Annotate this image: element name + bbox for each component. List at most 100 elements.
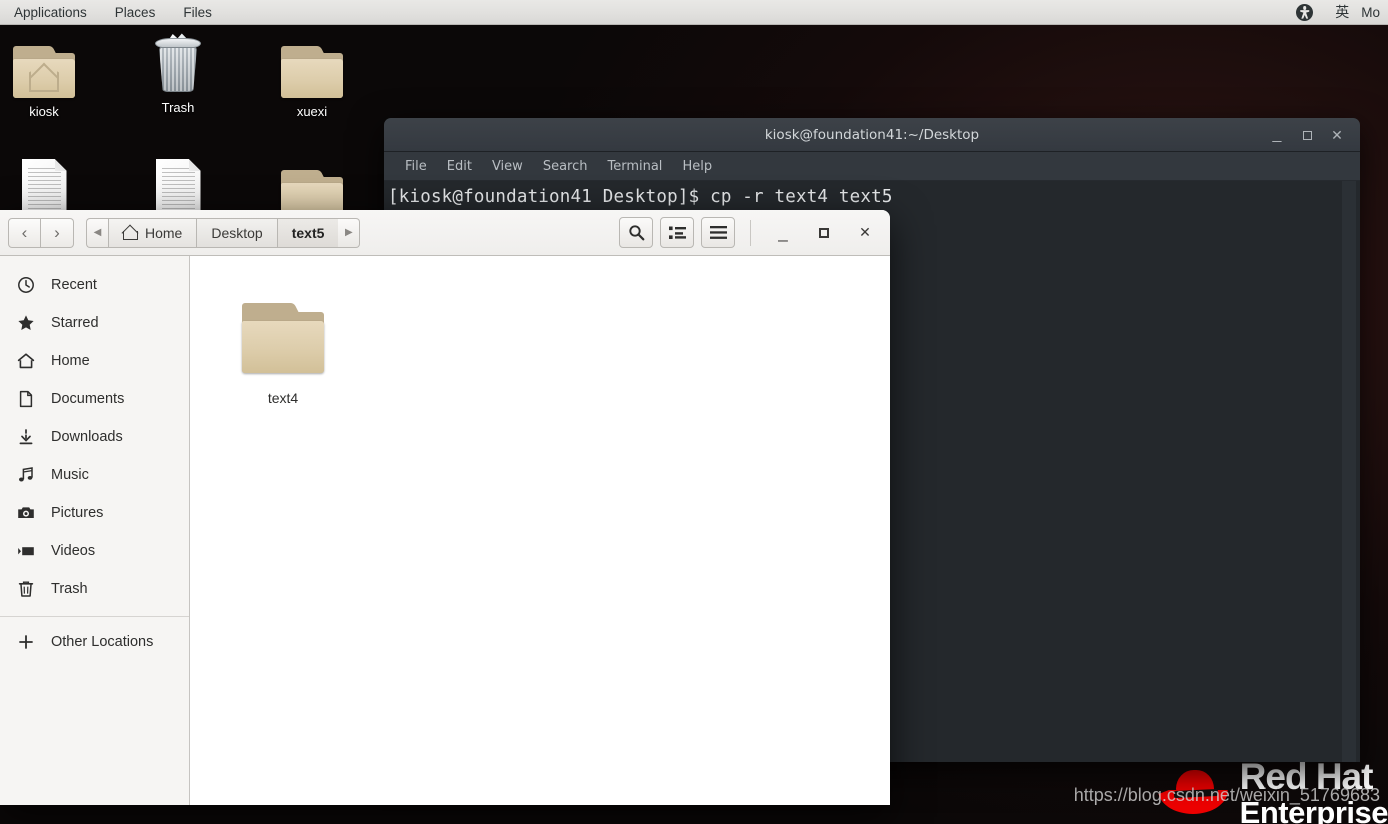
terminal-scrollbar[interactable] xyxy=(1342,181,1356,762)
back-button[interactable]: ‹ xyxy=(8,217,41,248)
terminal-menu-help[interactable]: Help xyxy=(673,157,721,176)
desktop-icon-label: Trash xyxy=(161,100,195,115)
search-button[interactable] xyxy=(619,217,653,248)
trash-icon xyxy=(134,32,222,94)
breadcrumb-item-desktop[interactable]: Desktop xyxy=(196,217,277,248)
terminal-prompt: [kiosk@foundation41 Desktop]$ xyxy=(388,187,711,207)
fm-close-button[interactable]: ✕ xyxy=(848,218,882,248)
sidebar-item-label: Recent xyxy=(51,277,97,293)
home-folder-icon xyxy=(0,36,88,98)
sidebar-item-pictures[interactable]: Pictures xyxy=(0,494,189,532)
breadcrumb-item-home[interactable]: Home xyxy=(108,217,197,248)
menu-files[interactable]: Files xyxy=(169,0,226,25)
plus-icon xyxy=(17,633,35,651)
terminal-command: cp -r text4 text5 xyxy=(710,187,893,207)
desktop-icon-label: kiosk xyxy=(29,104,59,119)
sidebar-divider xyxy=(0,616,189,617)
terminal-maximize-button[interactable] xyxy=(1292,120,1322,150)
sidebar-item-home[interactable]: Home xyxy=(0,342,189,380)
terminal-menu-terminal[interactable]: Terminal xyxy=(598,157,671,176)
sidebar-item-label: Other Locations xyxy=(51,634,154,650)
fm-maximize-button[interactable] xyxy=(807,218,841,248)
top-panel: Applications Places Files 英 Mo xyxy=(0,0,1388,25)
film-icon xyxy=(17,542,35,560)
clock-icon xyxy=(17,276,35,294)
sidebar-item-label: Documents xyxy=(51,391,125,407)
document-icon xyxy=(17,390,35,408)
sidebar-item-label: Starred xyxy=(51,315,99,331)
view-toggle-button[interactable] xyxy=(660,217,694,248)
breadcrumb-label: Desktop xyxy=(211,224,263,241)
folder-icon xyxy=(268,36,356,98)
terminal-title: kiosk@foundation41:~/Desktop xyxy=(764,126,980,143)
fm-minimize-button[interactable]: _ xyxy=(766,218,800,248)
sidebar: Recent Starred Home Documents Downloads … xyxy=(0,256,190,805)
sidebar-item-label: Pictures xyxy=(51,505,104,521)
star-icon xyxy=(17,314,35,332)
sidebar-item-recent[interactable]: Recent xyxy=(0,266,189,304)
terminal-minimize-button[interactable]: _ xyxy=(1262,120,1292,150)
home-icon xyxy=(123,226,138,240)
file-manager-headerbar: ‹ › ◀ Home Desktop text5 ▶ _ ✕ xyxy=(0,210,890,256)
sidebar-item-music[interactable]: Music xyxy=(0,456,189,494)
view-list-icon xyxy=(668,226,686,240)
sidebar-item-label: Home xyxy=(51,353,90,369)
terminal-menu-edit[interactable]: Edit xyxy=(438,157,481,176)
file-item-label: text4 xyxy=(267,390,299,406)
sidebar-item-downloads[interactable]: Downloads xyxy=(0,418,189,456)
sidebar-item-label: Videos xyxy=(51,543,96,559)
terminal-titlebar[interactable]: kiosk@foundation41:~/Desktop _ ✕ xyxy=(384,118,1360,152)
terminal-menu-search[interactable]: Search xyxy=(534,157,597,176)
sidebar-item-starred[interactable]: Starred xyxy=(0,304,189,342)
trash-icon xyxy=(17,580,35,598)
music-note-icon xyxy=(17,466,35,484)
clock[interactable]: Mo xyxy=(1361,5,1382,20)
sidebar-item-label: Music xyxy=(51,467,89,483)
desktop-icon-xuexi[interactable]: xuexi xyxy=(268,36,356,119)
menu-places[interactable]: Places xyxy=(101,0,170,25)
breadcrumb-item-text5[interactable]: text5 xyxy=(276,217,339,248)
header-tools: _ ✕ xyxy=(619,217,882,248)
download-icon xyxy=(17,428,35,446)
forward-button[interactable]: › xyxy=(41,217,74,248)
hamburger-menu-icon xyxy=(709,226,727,239)
accessibility-icon[interactable] xyxy=(1296,3,1314,21)
desktop-icon-trash[interactable]: Trash xyxy=(134,32,222,115)
header-separator xyxy=(750,219,751,246)
watermark-url: https://blog.csdn.net/weixin_51769683 xyxy=(1073,785,1380,805)
file-list-area[interactable]: text4 xyxy=(190,256,890,805)
sidebar-item-documents[interactable]: Documents xyxy=(0,380,189,418)
sidebar-item-videos[interactable]: Videos xyxy=(0,532,189,570)
sidebar-item-trash[interactable]: Trash xyxy=(0,570,189,608)
terminal-window-controls: _ ✕ xyxy=(1262,118,1352,152)
breadcrumb-scroll-right[interactable]: ▶ xyxy=(338,217,361,248)
breadcrumb-label: text5 xyxy=(291,224,325,241)
terminal-close-button[interactable]: ✕ xyxy=(1322,120,1352,150)
sidebar-item-other-locations[interactable]: Other Locations xyxy=(0,623,189,661)
main-menu-button[interactable] xyxy=(701,217,735,248)
desktop-icon-kiosk[interactable]: kiosk xyxy=(0,36,88,119)
sidebar-filler xyxy=(0,661,189,805)
camera-icon xyxy=(17,504,35,522)
breadcrumb-scroll-left[interactable]: ◀ xyxy=(86,217,108,248)
file-item-text4[interactable]: text4 xyxy=(228,290,338,406)
terminal-menubar: File Edit View Search Terminal Help xyxy=(384,152,1360,181)
folder-icon xyxy=(228,290,338,386)
breadcrumb-label: Home xyxy=(145,224,183,241)
menu-applications[interactable]: Applications xyxy=(0,0,101,25)
home-icon xyxy=(17,352,35,370)
sidebar-item-label: Downloads xyxy=(51,429,123,445)
sidebar-item-label: Trash xyxy=(51,581,88,597)
terminal-menu-file[interactable]: File xyxy=(396,157,436,176)
input-method-indicator[interactable]: 英 xyxy=(1325,2,1359,22)
file-manager-body: Recent Starred Home Documents Downloads … xyxy=(0,256,890,805)
navigation-buttons: ‹ › xyxy=(8,217,74,248)
terminal-menu-view[interactable]: View xyxy=(483,157,532,176)
search-icon xyxy=(628,224,645,241)
breadcrumb: ◀ Home Desktop text5 ▶ xyxy=(86,217,361,248)
desktop-icon-label: xuexi xyxy=(296,104,328,119)
document-icon xyxy=(134,155,222,217)
document-icon xyxy=(0,155,88,217)
top-panel-status-area: 英 Mo xyxy=(1296,2,1388,22)
file-manager-window[interactable]: ‹ › ◀ Home Desktop text5 ▶ _ ✕ Recent St… xyxy=(0,210,890,805)
